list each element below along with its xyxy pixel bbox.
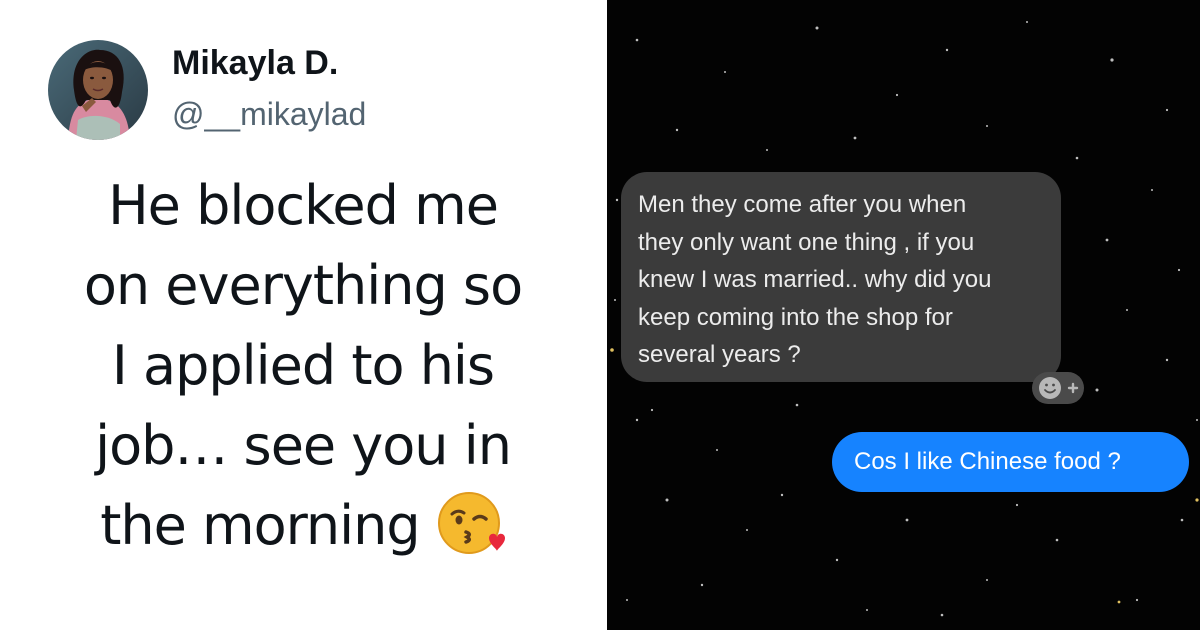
tweet-text-line: job… see you in [95,414,512,477]
add-reaction-button[interactable] [1032,372,1084,404]
author-name[interactable]: Mikayla D. [172,44,338,83]
incoming-message-line: knew I was married.. why did you [638,266,992,293]
incoming-message-line: they only want one thing , if you [638,228,975,256]
tweet-card: Mikayla D. @__mikaylad He blocked me on … [0,0,606,630]
incoming-message-line: Men they come after you when [638,191,967,218]
avatar-photo [48,40,148,140]
outgoing-message-bubble[interactable]: Cos I like Chinese food ? [832,432,1189,492]
tweet-text-line: on everything so [83,254,523,317]
tweet-text-last-line: the morning [20,486,586,566]
incoming-message-bubble[interactable]: Men they come after you when they only w… [621,172,1061,382]
incoming-message-line: keep coming into the shop for [638,303,953,331]
tweet-text-line: He blocked me [108,174,499,237]
tweet-text-line: the morning [100,494,420,557]
kissing-face-with-heart-icon [436,488,506,558]
avatar[interactable] [48,40,148,140]
tweet-text-line: I applied to his [111,334,495,397]
tweet-text: He blocked me on everything so I applied… [20,166,586,566]
add-reaction-icon [1039,377,1079,399]
author-handle[interactable]: @__mikaylad [172,96,366,133]
incoming-message-line: several years ? [638,341,801,368]
chat-screenshot: Men they come after you when they only w… [607,0,1200,630]
